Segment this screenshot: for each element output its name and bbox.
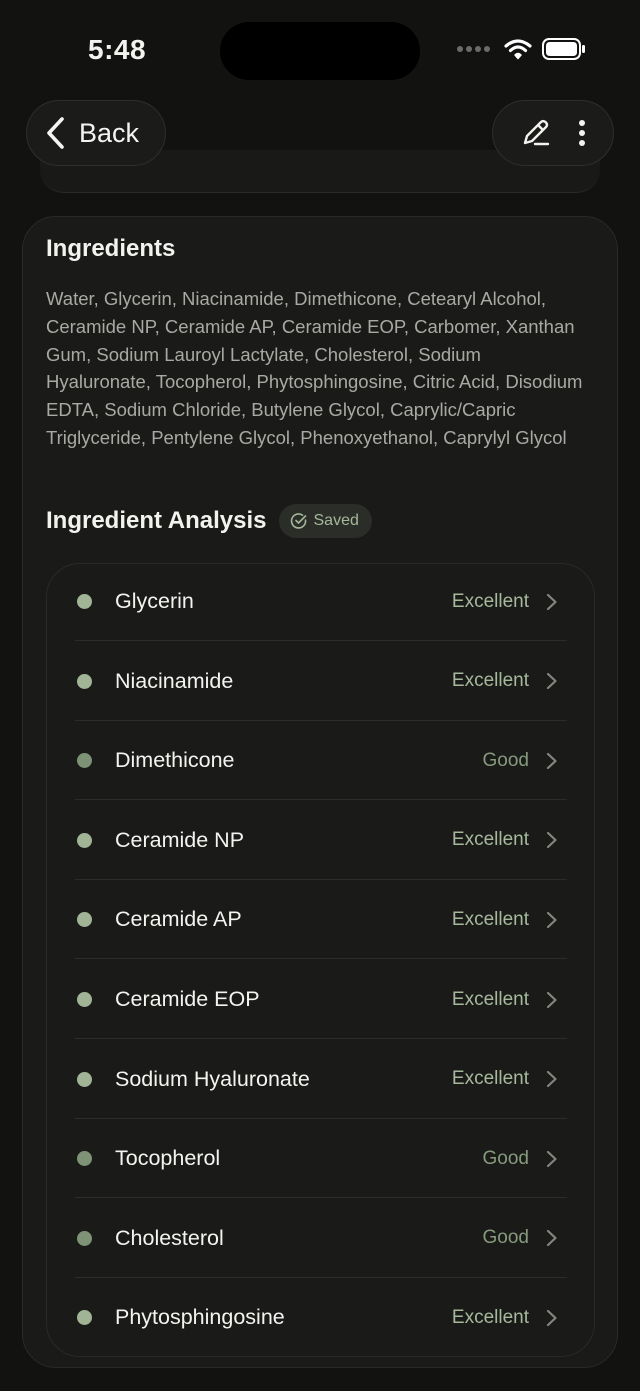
rating-dot xyxy=(77,1071,92,1087)
ingredient-analysis-list: Glycerin Excellent Niacinamide Excellent Dim… xyxy=(46,563,595,1357)
ingredient-rating: Excellent xyxy=(451,590,529,612)
chevron-right-icon xyxy=(546,991,557,1008)
ingredients-list-text: Water, Glycerin, Niacinamide, Dimethicon… xyxy=(46,288,583,448)
status-icons xyxy=(457,38,586,60)
back-button[interactable]: Back xyxy=(26,100,166,166)
chevron-right-icon xyxy=(546,1309,557,1326)
check-circle-icon xyxy=(290,513,306,529)
ingredient-name: Phytosphingosine xyxy=(115,1305,285,1330)
ingredient-name: Ceramide NP xyxy=(115,827,245,852)
rating-dot xyxy=(77,1151,92,1167)
ingredients-card: Ingredients Water, Glycerin, Niacinamide… xyxy=(22,216,618,1368)
ingredient-rating: Excellent xyxy=(451,988,529,1010)
rating-dot xyxy=(77,753,92,769)
edit-pencil-icon xyxy=(523,119,549,146)
ingredient-rating: Good xyxy=(482,1227,529,1249)
cellular-signal-icon xyxy=(457,46,490,52)
chevron-right-icon xyxy=(546,832,557,849)
chevron-right-icon xyxy=(546,1070,557,1088)
ingredient-name: Dimethicone xyxy=(115,748,235,773)
ingredient-row[interactable]: Ceramide NP Excellent xyxy=(75,801,567,880)
ingredient-rating: Excellent xyxy=(451,908,529,930)
rating-dot xyxy=(77,1230,92,1246)
ingredient-name: Cholesterol xyxy=(115,1225,224,1250)
chevron-right-icon xyxy=(546,911,557,928)
ingredient-row[interactable]: Dimethicone Good xyxy=(75,721,567,801)
ingredient-name: Tocopherol xyxy=(115,1146,221,1171)
ingredient-name: Niacinamide xyxy=(115,668,234,693)
dynamic-island xyxy=(220,22,420,80)
ingredients-title: Ingredients xyxy=(46,235,176,262)
ingredient-row[interactable]: Tocopherol Good xyxy=(75,1119,567,1199)
analysis-header: Ingredient Analysis Saved xyxy=(46,504,372,538)
back-label: Back xyxy=(79,117,140,148)
more-vertical-icon xyxy=(578,120,585,146)
saved-badge: Saved xyxy=(278,504,372,538)
rating-dot xyxy=(77,992,92,1007)
saved-label: Saved xyxy=(313,512,359,529)
ingredient-name: Ceramide AP xyxy=(115,907,242,932)
ingredient-row[interactable]: Ceramide AP Excellent xyxy=(75,880,567,960)
ingredient-row[interactable]: Ceramide EOP Excellent xyxy=(75,960,567,1039)
ingredient-rating: Excellent xyxy=(451,829,529,851)
chevron-right-icon xyxy=(546,1150,557,1167)
ingredient-name: Sodium Hyaluronate xyxy=(115,1066,310,1091)
ingredient-rating: Excellent xyxy=(451,1306,529,1328)
ingredient-row[interactable]: Glycerin Excellent xyxy=(75,564,567,641)
ingredient-rating: Excellent xyxy=(451,670,529,692)
rating-dot xyxy=(77,594,92,609)
rating-dot xyxy=(77,1310,92,1326)
chevron-right-icon xyxy=(546,752,557,769)
rating-dot xyxy=(77,673,92,689)
ingredient-rating: Excellent xyxy=(451,1068,529,1090)
ingredient-row[interactable]: Niacinamide Excellent xyxy=(75,642,567,721)
ingredient-rating: Good xyxy=(482,749,529,771)
ingredient-name: Ceramide EOP xyxy=(115,987,260,1011)
wifi-icon xyxy=(504,39,532,60)
chevron-right-icon xyxy=(546,593,557,610)
analysis-title: Ingredient Analysis xyxy=(46,507,267,534)
ingredient-row[interactable]: Sodium Hyaluronate Excellent xyxy=(75,1040,567,1119)
status-time: 5:48 xyxy=(88,34,147,65)
battery-icon xyxy=(542,38,585,60)
chevron-right-icon xyxy=(546,1230,557,1247)
ingredient-row[interactable]: Cholesterol Good xyxy=(75,1199,567,1278)
header-actions xyxy=(492,100,614,166)
ingredient-row[interactable]: Phytosphingosine Excellent xyxy=(75,1278,567,1356)
edit-button[interactable] xyxy=(519,116,553,150)
chevron-right-icon xyxy=(546,672,557,690)
more-button[interactable] xyxy=(576,118,588,148)
ingredient-rating: Good xyxy=(482,1147,529,1169)
ingredient-name: Glycerin xyxy=(115,589,194,613)
rating-dot xyxy=(77,912,92,928)
chevron-left-icon xyxy=(47,117,64,149)
rating-dot xyxy=(77,832,92,848)
